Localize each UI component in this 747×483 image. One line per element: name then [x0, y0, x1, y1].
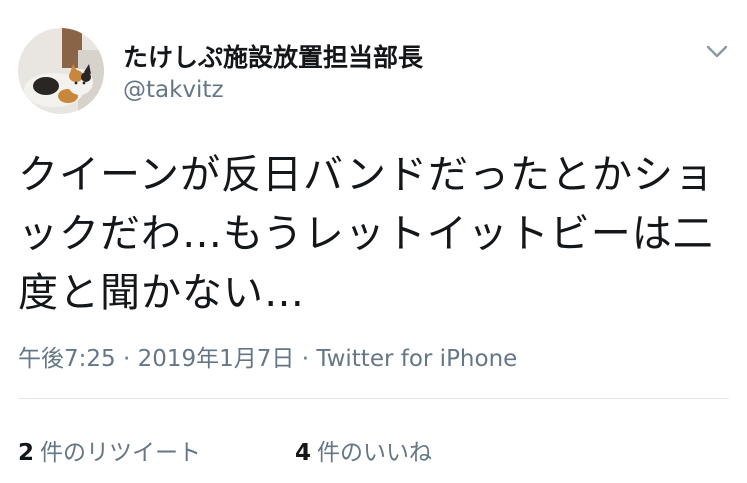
user-handle[interactable]: @takvitz	[123, 77, 224, 103]
chevron-down-icon	[706, 45, 728, 58]
meta-separator: ·	[122, 346, 131, 372]
likes-count: 4	[295, 440, 312, 466]
cat-avatar-icon	[18, 28, 104, 114]
tweet-text: クイーンが反日バンドだったとかショックだわ…もうレットイットビーは二度と聞かない…	[18, 152, 715, 316]
retweets-label: 件のリツイート	[40, 440, 202, 466]
tweet-menu-button[interactable]	[704, 41, 730, 61]
tweet-time[interactable]: 午後7:25	[18, 346, 116, 372]
likes-stat[interactable]: 4 件のいいね	[295, 433, 432, 467]
avatar[interactable]	[18, 28, 104, 114]
retweets-stat[interactable]: 2 件のリツイート	[18, 433, 201, 467]
meta-separator: ·	[301, 346, 310, 372]
display-name[interactable]: たけしぷ施設放置担当部長	[123, 38, 423, 74]
tweet-source-link[interactable]: Twitter for iPhone	[316, 346, 517, 372]
divider	[18, 398, 729, 399]
tweet-date[interactable]: 2019年1月7日	[138, 346, 295, 372]
tweet-meta: 午後7:25 · 2019年1月7日 · Twitter for iPhone	[18, 339, 517, 373]
tweet-card: たけしぷ施設放置担当部長 @takvitz クイーンが反日バンドだったとかショッ…	[0, 0, 747, 483]
retweets-count: 2	[18, 440, 35, 466]
likes-label: 件のいいね	[317, 440, 433, 466]
